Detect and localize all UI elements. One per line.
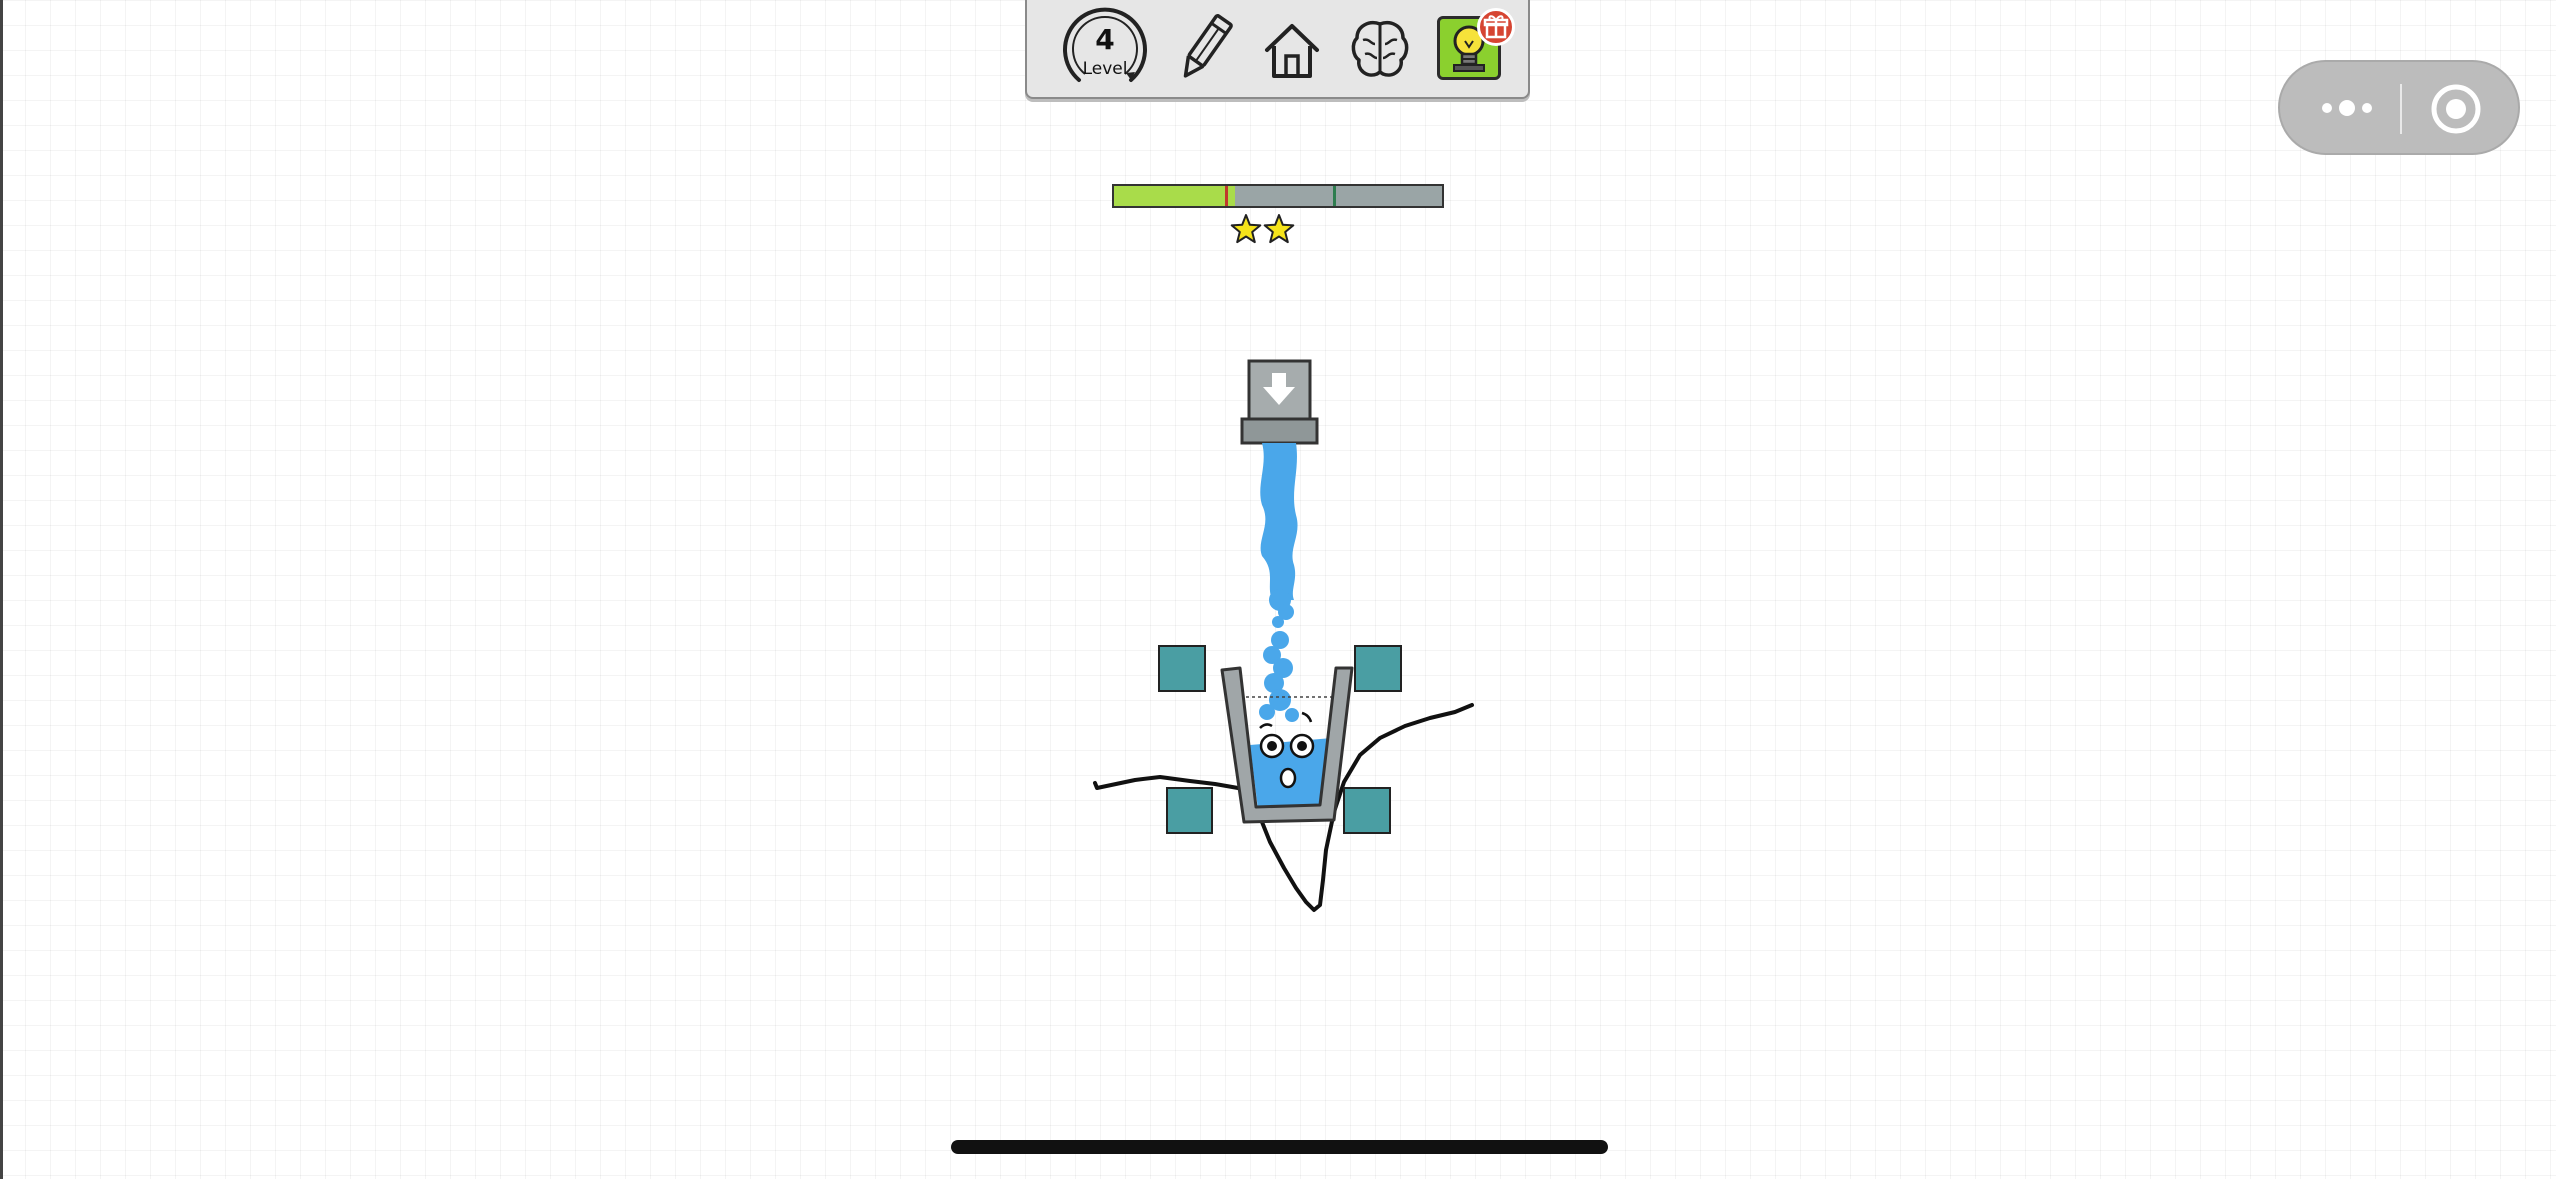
water-source bbox=[1240, 359, 1319, 445]
glass-character bbox=[1220, 666, 1354, 824]
game-scene[interactable] bbox=[0, 0, 2556, 1179]
home-indicator bbox=[951, 1140, 1608, 1154]
water-stream bbox=[1259, 443, 1299, 722]
